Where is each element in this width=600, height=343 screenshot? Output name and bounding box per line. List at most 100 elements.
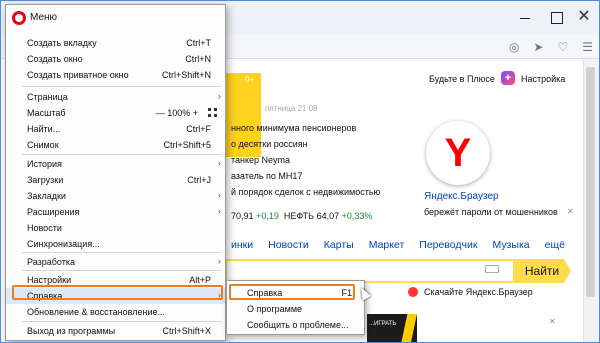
service-link[interactable]: Карты (324, 239, 354, 251)
keyboard-icon[interactable] (485, 265, 499, 273)
menu-title: Меню (30, 12, 58, 23)
service-link[interactable]: Музыка (492, 239, 529, 251)
service-link[interactable]: ещё (545, 239, 565, 251)
menu-item-page[interactable]: Страница › (6, 89, 225, 105)
menu-item-shortcut: Ctrl+N (185, 54, 211, 64)
service-link[interactable]: Переводчик (419, 239, 477, 251)
menu-item-bookmarks[interactable]: Закладки › (6, 188, 225, 204)
brand-link[interactable]: Яндекс.Браузер (424, 191, 499, 202)
currency-rates[interactable]: 70,91 +0,19 НЕФТЬ 64,07 +0,33% (231, 211, 372, 221)
menu-item-shortcut: Ctrl+J (187, 175, 211, 185)
menu-divider (22, 154, 222, 155)
close-promo-icon[interactable]: ✕ (567, 207, 574, 216)
submenu-arrow-icon: › (218, 158, 221, 168)
submenu-arrow-icon: › (218, 256, 221, 266)
menu-item-label: Разработка (27, 257, 75, 267)
scrollbar-thumb[interactable] (586, 67, 595, 297)
submenu-item-label: О программе (247, 304, 303, 314)
maximize-button[interactable] (544, 7, 568, 27)
news-item[interactable]: азатель по МН17 (231, 171, 302, 181)
menu-item-shortcut: Alt+P (189, 275, 211, 285)
menu-item-new-window[interactable]: Создать окно Ctrl+N (6, 51, 225, 67)
menu-item-label: Загрузки (27, 175, 64, 185)
menu-item-label: Синхронизация... (27, 239, 100, 249)
menu-item-news[interactable]: Новости (6, 220, 225, 236)
plus-icon[interactable]: + (501, 71, 515, 85)
heart-icon[interactable]: ♡ (557, 39, 568, 55)
menu-divider (22, 86, 222, 87)
opera-logo-icon (12, 11, 26, 25)
send-icon[interactable]: ➤ (533, 39, 543, 55)
menu-item-snapshot[interactable]: Снимок Ctrl+Shift+5 (6, 137, 225, 153)
menu-item-label: Расширения (27, 207, 80, 217)
news-item[interactable]: танкер Neyma (231, 155, 290, 165)
highlight-frame-submenu-help (229, 284, 355, 300)
counter-label: 0+ (245, 75, 255, 84)
submenu-arrow-icon: › (218, 206, 221, 216)
menu-item-label: Выход из программы (27, 326, 116, 336)
menu-item-private-window[interactable]: Создать приватное окно Ctrl+Shift+N (6, 67, 225, 83)
search-button[interactable]: Найти (513, 259, 571, 283)
news-item[interactable]: й порядок сделок с недвижимостью (231, 187, 380, 197)
menu-item-exit[interactable]: Выход из программы Ctrl+Shift+X (6, 323, 225, 339)
fullscreen-icon[interactable] (208, 108, 217, 117)
menu-item-shortcut: Ctrl+F (186, 124, 211, 134)
submenu-arrow-icon: › (218, 190, 221, 200)
camera-icon[interactable]: ◎ (509, 39, 519, 55)
plus-link[interactable]: Будьте в Плюсе (429, 74, 495, 84)
menu-item-label: Страница (27, 92, 68, 102)
menu-item-label: История (27, 159, 62, 169)
menu-item-find[interactable]: Найти... Ctrl+F (6, 121, 225, 137)
menu-lines-icon[interactable]: ☰ (582, 39, 593, 55)
menu-item-label: Найти... (27, 124, 61, 134)
menu-item-label: Создать приватное окно (27, 70, 129, 80)
news-item[interactable]: о десятки россиян (231, 139, 308, 149)
menu-item-developer[interactable]: Разработка › (6, 254, 225, 270)
menu-header[interactable]: Меню (6, 5, 225, 31)
yandex-y-icon: Y (444, 131, 472, 175)
yandex-browser-logo[interactable]: Y (426, 121, 490, 185)
zoom-control[interactable]: — 100% + (156, 108, 198, 118)
download-browser-link[interactable]: Скачайте Яндекс.Браузер (424, 287, 533, 297)
oil-label: НЕФТЬ (283, 211, 315, 221)
menu-item-sync[interactable]: Синхронизация... (6, 236, 225, 252)
settings-link[interactable]: Настройка (521, 74, 565, 84)
service-link[interactable]: Новости (268, 239, 309, 251)
service-link[interactable]: инки (231, 239, 253, 251)
menu-item-history[interactable]: История › (6, 156, 225, 172)
menu-item-label: Новости (27, 223, 62, 233)
menu-divider (22, 252, 222, 253)
menu-item-label: Закладки (27, 191, 66, 201)
close-button[interactable]: ✕ (572, 7, 596, 27)
close-banner-icon[interactable]: ✕ (549, 317, 556, 326)
menu-divider (22, 321, 222, 322)
news-item[interactable]: нного минимума пенсионеров (231, 123, 356, 133)
submenu-item-about[interactable]: О программе (227, 301, 364, 317)
usd-value: 70,91 (231, 211, 254, 221)
menu-item-new-tab[interactable]: Создать вкладку Ctrl+T (6, 35, 225, 51)
address-bar-icons: ◎ ➤ ♡ ☰ (509, 39, 593, 55)
oil-change: +0,33% (341, 211, 373, 221)
menu-item-zoom[interactable]: Масштаб — 100% + (6, 105, 225, 121)
menu-item-update-recovery[interactable]: Обновление & восстановление... (6, 304, 225, 320)
menu-item-label: Создать окно (27, 54, 83, 64)
menu-item-label: Масштаб (27, 108, 66, 118)
yandex-browser-icon (408, 287, 418, 297)
brand-slogan: бережёт пароли от мошенников (424, 207, 558, 217)
service-link[interactable]: Маркет (369, 239, 405, 251)
menu-item-label: Снимок (27, 140, 59, 150)
submenu-item-report-problem[interactable]: Сообщить о проблеме... (227, 317, 364, 333)
promo-text: ...ИГРАТЬ (369, 321, 397, 327)
usd-change: +0,19 (256, 211, 279, 221)
menu-item-label: Создать вкладку (27, 38, 97, 48)
menu-item-extensions[interactable]: Расширения › (6, 204, 225, 220)
menu-item-label: Обновление & восстановление... (27, 307, 165, 317)
news-date: пятница 21 08 (265, 104, 318, 113)
submenu-arrow-icon: › (218, 91, 221, 101)
oil-value: 64,07 (316, 211, 340, 221)
menu-item-shortcut: Ctrl+Shift+X (162, 326, 211, 336)
menu-item-downloads[interactable]: Загрузки Ctrl+J (6, 172, 225, 188)
browser-window: ✕ ◎ ➤ ♡ ☰ 0+ пятница 21 08 нного минимум… (0, 0, 600, 343)
menu-item-shortcut: Ctrl+T (186, 38, 211, 48)
minimize-button[interactable] (513, 7, 537, 27)
